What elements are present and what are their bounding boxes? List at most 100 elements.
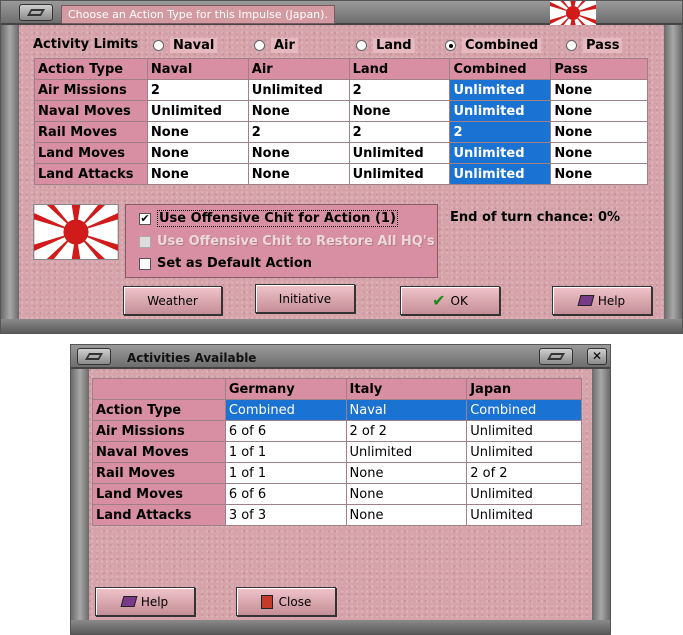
table-cell-selected: Combined (466, 399, 582, 421)
table-cell-selected: Combined (224, 399, 347, 421)
impulse-dialog: Choose an Action Type for this Impulse (… (0, 0, 683, 334)
option-restore-hq-label: Use Offensive Chit to Restore All HQ's (157, 234, 435, 249)
table-header-row: Action Type Naval Air Land Combined Pass (34, 58, 648, 80)
frame-right (664, 25, 682, 333)
row-label: Land Attacks (34, 163, 148, 185)
table-cell: None (550, 163, 648, 185)
radio-air-label: Air (271, 38, 298, 53)
table-cell: 2 (348, 121, 451, 143)
table-cell: None (146, 121, 249, 143)
help-button[interactable]: Help (552, 286, 652, 315)
radio-combined-label: Combined (462, 38, 542, 53)
row-label: Air Missions (34, 79, 148, 101)
table-row: Land Moves 6 of 6 None Unlimited (92, 483, 582, 505)
radio-pass-label: Pass (583, 38, 623, 53)
table-cell: Unlimited (345, 441, 468, 463)
table-cell: None (550, 121, 648, 143)
radio-naval[interactable]: Naval (153, 38, 218, 53)
radio-air-circle[interactable] (254, 40, 265, 51)
table-cell: None (146, 163, 249, 185)
header-naval: Naval (146, 58, 249, 80)
table-cell: 3 of 3 (224, 504, 347, 526)
table-cell: Unlimited (146, 100, 249, 122)
option-default-action-label: Set as Default Action (157, 256, 313, 271)
impulse-title: Choose an Action Type for this Impulse (… (61, 5, 335, 24)
table-cell: 2 (146, 79, 249, 101)
radio-pass[interactable]: Pass (566, 38, 623, 53)
header-italy: Italy (345, 378, 468, 400)
end-of-turn-chance: End of turn chance: 0% (450, 210, 621, 225)
frame-left (1, 25, 19, 333)
radio-combined[interactable]: Combined (445, 38, 542, 53)
table-cell: None (348, 100, 451, 122)
help-button-label: Help (597, 293, 626, 308)
radio-land-circle[interactable] (356, 40, 367, 51)
table-cell: None (345, 504, 468, 526)
option-default-action[interactable]: Set as Default Action (139, 256, 312, 271)
checkbox-use-chit[interactable]: ✔ (139, 212, 151, 225)
initiative-button[interactable]: Initiative (255, 284, 355, 313)
close-x-icon: ✕ (591, 349, 603, 363)
table-row: Land Attacks None None Unlimited Unlimit… (34, 163, 648, 185)
weather-button[interactable]: Weather (123, 286, 222, 315)
radio-combined-circle[interactable] (445, 40, 456, 51)
table-cell: None (146, 142, 249, 164)
table-header-row: Germany Italy Japan (92, 378, 582, 400)
table-cell: Unlimited (348, 163, 451, 185)
header-blank (92, 378, 226, 400)
table-cell: 2 of 2 (466, 462, 582, 484)
table-cell: 6 of 6 (224, 483, 347, 505)
japan-flag-icon (550, 1, 596, 25)
table-row: Action Type Combined Naval Combined (92, 399, 582, 421)
activities-titlebar: Activities Available ✕ (71, 345, 610, 369)
table-cell: None (247, 163, 350, 185)
checkbox-default-action[interactable] (139, 257, 151, 270)
header-japan: Japan (466, 378, 582, 400)
action-limits-table: Action Type Naval Air Land Combined Pass… (34, 58, 648, 185)
table-cell: 2 (348, 79, 451, 101)
header-combined: Combined (449, 58, 552, 80)
table-row: Air Missions 6 of 6 2 of 2 Unlimited (92, 420, 582, 442)
radio-land[interactable]: Land (356, 38, 415, 53)
table-cell: 2 (247, 121, 350, 143)
ok-button[interactable]: ✔ OK (400, 286, 500, 315)
table-row: Rail Moves 1 of 1 None 2 of 2 (92, 462, 582, 484)
activities-help-button[interactable]: Help (95, 587, 195, 616)
close-x-button[interactable]: ✕ (587, 348, 607, 365)
frame-left (71, 369, 89, 634)
option-use-chit[interactable]: ✔ Use Offensive Chit for Action (1) (139, 210, 398, 227)
window-menu-button[interactable] (77, 348, 111, 365)
table-cell: 1 of 1 (224, 462, 347, 484)
radio-naval-circle[interactable] (153, 40, 164, 51)
table-row: Air Missions 2 Unlimited 2 Unlimited Non… (34, 79, 648, 101)
table-cell: None (550, 100, 648, 122)
radio-naval-label: Naval (170, 38, 218, 53)
table-row: Rail Moves None 2 2 2 None (34, 121, 648, 143)
table-row: Land Moves None None Unlimited Unlimited… (34, 142, 648, 164)
radio-air[interactable]: Air (254, 38, 298, 53)
row-label: Naval Moves (92, 441, 226, 463)
row-label: Rail Moves (92, 462, 226, 484)
activities-title: Activities Available (127, 351, 257, 365)
table-row: Naval Moves Unlimited None None Unlimite… (34, 100, 648, 122)
table-cell: None (345, 483, 468, 505)
table-cell: None (247, 142, 350, 164)
table-cell-selected: Unlimited (449, 163, 552, 185)
radio-pass-circle[interactable] (566, 40, 577, 51)
minimize-button[interactable] (539, 348, 573, 365)
checkbox-restore-hq (139, 235, 151, 248)
table-cell: None (247, 100, 350, 122)
row-label: Land Moves (92, 483, 226, 505)
radio-land-label: Land (373, 38, 415, 53)
impulse-titlebar: Choose an Action Type for this Impulse (… (1, 1, 682, 25)
row-label: Air Missions (92, 420, 226, 442)
table-cell: Unlimited (466, 504, 582, 526)
window-menu-button[interactable] (19, 4, 53, 21)
table-row: Land Attacks 3 of 3 None Unlimited (92, 504, 582, 526)
activities-table: Germany Italy Japan Action Type Combined… (92, 378, 582, 526)
weather-button-label: Weather (147, 293, 198, 308)
table-cell: 2 of 2 (345, 420, 468, 442)
activities-close-button[interactable]: Close (236, 587, 336, 616)
row-label: Rail Moves (34, 121, 148, 143)
initiative-button-label: Initiative (278, 291, 332, 306)
